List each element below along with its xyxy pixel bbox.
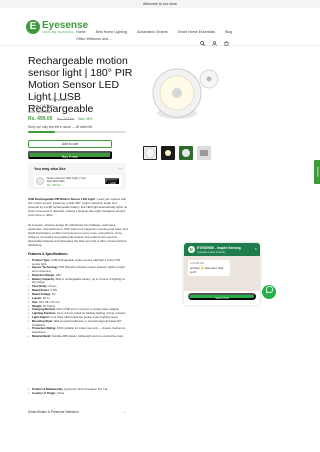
features-list: Product Type: USB rechargeable motion se… — [28, 258, 128, 339]
description-paragraph-1: USB Rechargeable PIR Motion Sensor LED L… — [28, 197, 128, 218]
also-like-price: Rs. 499.00 — [47, 183, 61, 187]
chat-bubble-name: EYESENSE — [190, 262, 204, 265]
chat-avatar: E — [188, 246, 195, 253]
feature-item: Material Build: Durable ABS plastic, lig… — [28, 333, 128, 339]
chevron-down-icon: ⌄ — [123, 410, 126, 414]
thumbnail-3[interactable] — [179, 146, 193, 160]
search-icon[interactable] — [200, 41, 205, 48]
carousel-arrows[interactable]: ‹ › — [118, 166, 122, 171]
main-nav: Home Best Home Lighting Automation Smart… — [76, 30, 236, 41]
buy-now-button[interactable]: Buy it now — [28, 151, 112, 159]
whatsapp-icon[interactable] — [262, 285, 276, 299]
chat-bubble-text: Hi there 👋 How can I help you? — [190, 266, 224, 274]
sale-price: Rs. 499.00 — [28, 116, 53, 122]
thumbnail-1[interactable] — [143, 146, 157, 160]
nav-item-home[interactable]: Home — [76, 30, 86, 34]
product-thumbnails — [143, 146, 211, 160]
also-like-title: You may also like — [34, 167, 66, 171]
site-header: E Eyesense INSPIRE SENSING Home Best Hom… — [0, 8, 320, 46]
close-icon[interactable]: × — [255, 246, 257, 251]
nav-item-blog[interactable]: Blog — [225, 30, 232, 34]
nav-item-office-wellness[interactable]: Office Wellness and ... — [76, 37, 112, 41]
also-like-image — [36, 177, 44, 185]
brand-name: Eyesense — [42, 19, 89, 31]
logo-mark: E — [26, 20, 40, 34]
compare-price: Rs. 799.00 — [56, 117, 75, 121]
chat-bubble: EYESENSE Hi there 👋 How can I help you? — [188, 260, 230, 276]
whatsapp-chat-widget: E EYESENSE - Inspire Sensing Typically r… — [184, 243, 260, 305]
origin-value: : China — [55, 390, 65, 395]
nav-item-smart-home-essentials[interactable]: Smart Home Essentials — [178, 30, 216, 34]
content-fade — [28, 372, 128, 378]
stock-urgency: Hurry up! only few left in stock — 18 un… — [28, 125, 92, 129]
origin-list: Product & Marketed By: Eyesense Tech Inn… — [28, 387, 128, 396]
feature-label: Material Build — [32, 333, 51, 338]
chat-body: EYESENSE Hi there 👋 How can I help you? — [184, 256, 260, 291]
nav-item-best-home-lighting[interactable]: Best Home Lighting — [96, 30, 127, 34]
collapsible-section[interactable]: Smart Motion & Presence Detection ⌄ — [28, 410, 126, 414]
price-block: Rs. 499.00 Rs. 799.00 Save 38% — [28, 116, 92, 122]
stock-progress-fill — [28, 131, 56, 133]
also-like-add-button[interactable]: + ADD — [105, 178, 119, 185]
collapsible-label: Smart Motion & Presence Detection — [28, 410, 79, 414]
stock-line: In stock • All Sizes — [28, 104, 54, 108]
start-chat-button[interactable]: Start Chat — [188, 293, 256, 300]
origin-label: Country of Origin — [32, 390, 56, 395]
chat-header: E EYESENSE - Inspire Sensing Typically r… — [184, 243, 260, 256]
product-main-image[interactable] — [140, 56, 234, 142]
origin-item: Country of Origin: China — [28, 390, 128, 396]
origin-value: : Eyesense Tech Innovation Pvt. Ltd. — [62, 387, 108, 391]
feature-value: : Durable ABS plastic, lightweight and n… — [50, 333, 124, 338]
announcement-bar: Welcome to our store — [0, 0, 320, 8]
save-badge: Save 38% — [77, 117, 93, 121]
star-icons: ☆☆☆☆☆ — [28, 97, 46, 102]
add-to-cart-button[interactable]: Add to cart — [28, 140, 112, 148]
description-text-1: : Lead your spaces with this motion sens… — [28, 197, 128, 217]
reviews-side-tab[interactable]: Reviews — [314, 160, 320, 184]
feature-value: : 5V — [50, 291, 56, 296]
rating-stars[interactable]: ☆☆☆☆☆ 0 Reviews — [28, 97, 68, 102]
chat-name: EYESENSE - Inspire Sensing — [197, 246, 241, 250]
account-icon[interactable] — [212, 41, 217, 48]
review-count: 0 Reviews — [49, 97, 68, 102]
you-may-also-like: You may also like ‹ › Motion Sensor LED … — [28, 163, 126, 189]
motion-light-image — [152, 68, 219, 119]
cart-icon[interactable] — [224, 41, 229, 48]
product-sku: SKU: SL-MSL80 — [28, 110, 52, 114]
thumbnail-2[interactable] — [161, 146, 175, 160]
features-title: Features & Specifications: — [28, 252, 69, 256]
thumbnail-4[interactable] — [197, 146, 211, 160]
nav-item-automation-smarts[interactable]: Automation Smarts — [137, 30, 168, 34]
also-like-item[interactable]: Motion Sensor LED Light | Your Day With … — [34, 175, 122, 187]
chat-status: Typically replies instantly — [197, 250, 226, 254]
header-icons — [200, 41, 229, 48]
stock-progress-bar — [28, 131, 126, 133]
description-paragraph-2: Its compact, wireless design fits effort… — [28, 223, 128, 247]
